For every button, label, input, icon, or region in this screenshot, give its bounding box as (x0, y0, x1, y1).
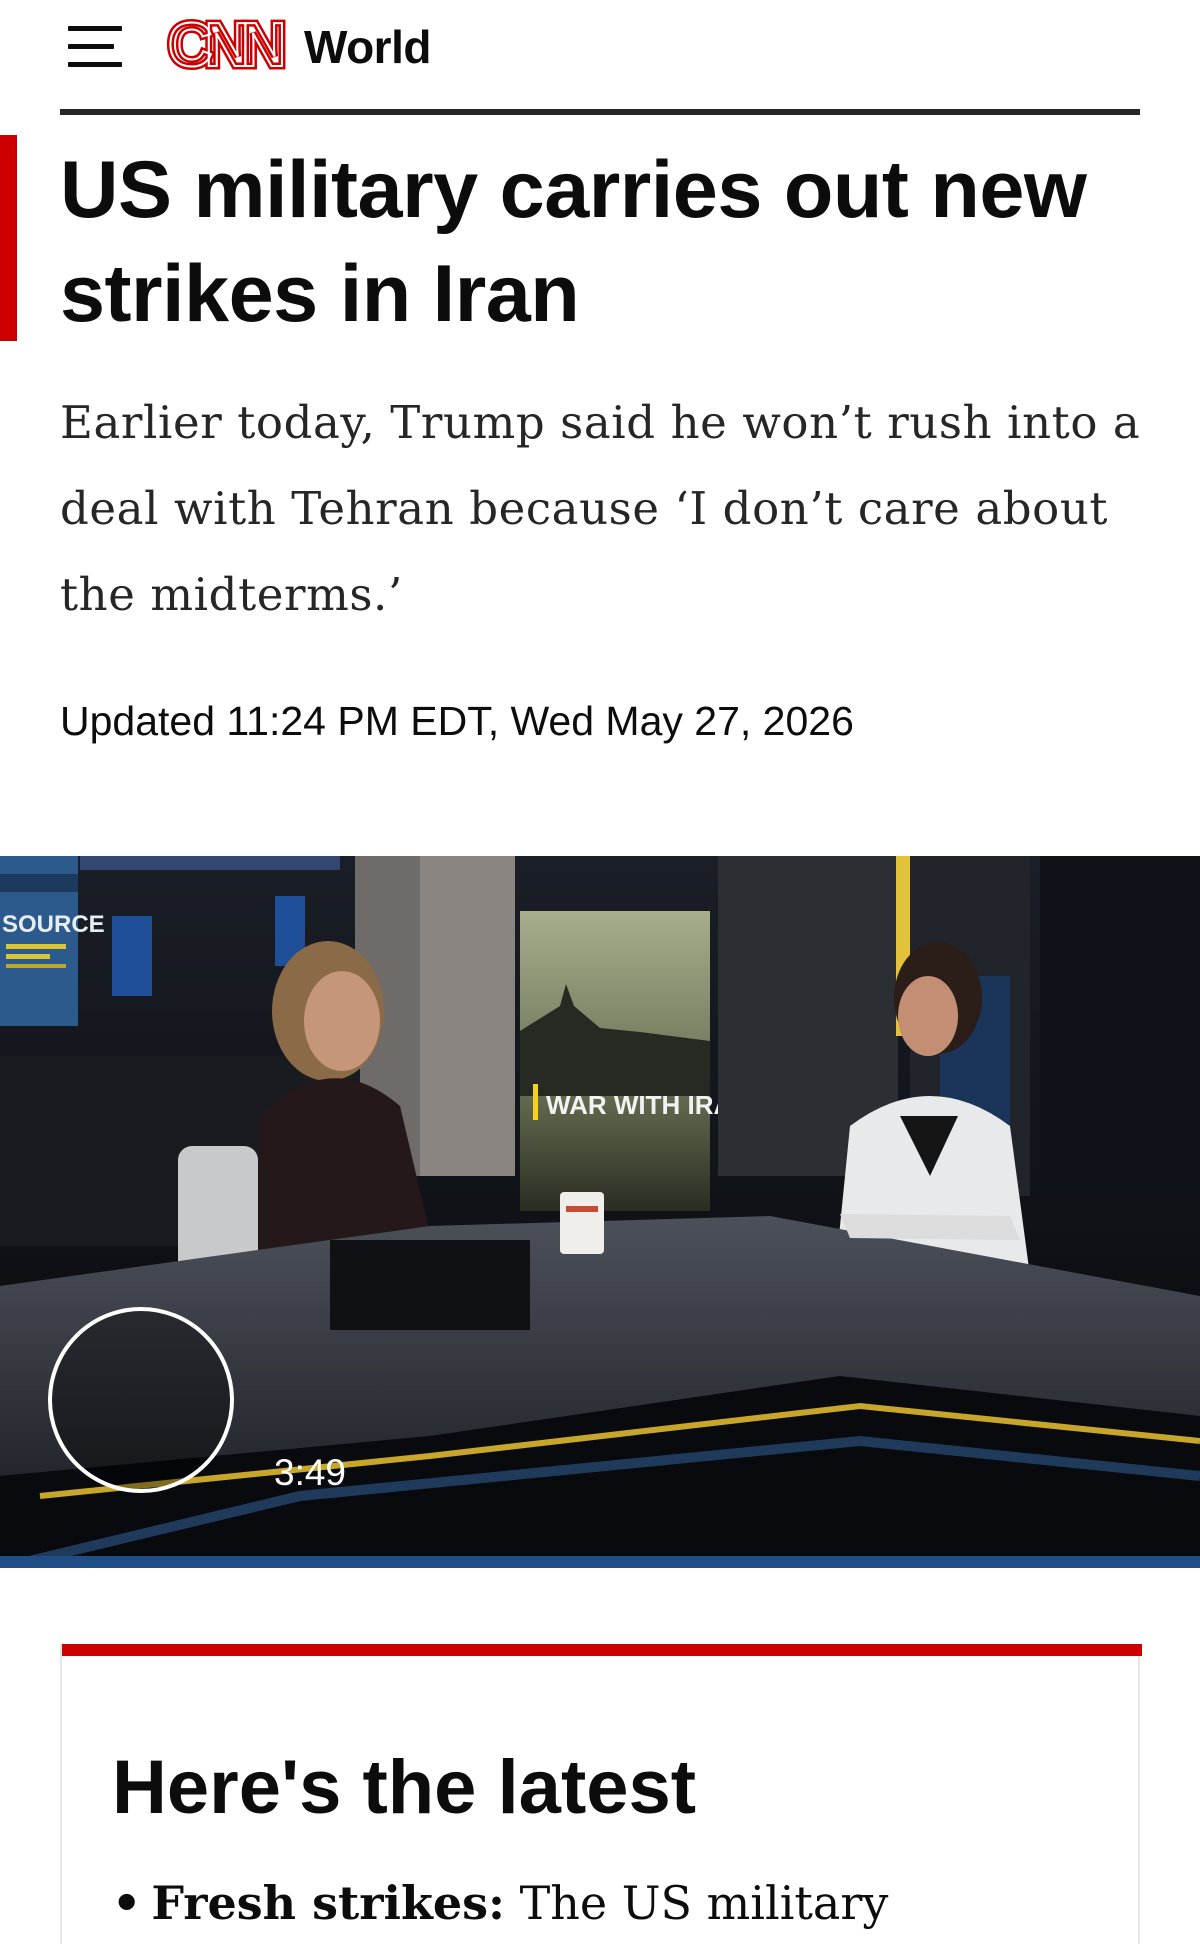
site-header: CNN CNN World (0, 0, 1200, 115)
svg-text:CNN: CNN (168, 12, 283, 80)
latest-title: Here's the latest (112, 1745, 697, 1830)
bullet-lead: Fresh strikes: (151, 1876, 505, 1930)
headline-accent-bar (0, 135, 17, 341)
svg-text:SOURCE: SOURCE (2, 911, 105, 938)
play-button[interactable] (48, 1307, 234, 1493)
section-label[interactable]: World (304, 20, 431, 74)
bullet-dot: • (112, 1876, 142, 1930)
video-duration: 3:49 (274, 1452, 347, 1493)
article-headline: US military carries out new strikes in I… (60, 145, 1087, 339)
hamburger-menu-icon[interactable] (66, 24, 124, 70)
latest-updates-box: Here's the latest • Fresh strikes: The US… (60, 1644, 1142, 1944)
list-item: • Fresh strikes: The US military (112, 1876, 888, 1930)
latest-box-accent (62, 1644, 1142, 1656)
bullet-text: The US military (519, 1876, 889, 1930)
article-dek: Earlier today, Trump said he won’t rush … (60, 396, 1141, 621)
cnn-logo[interactable]: CNN CNN (153, 8, 294, 84)
header-divider (60, 109, 1140, 115)
updated-timestamp: Updated 11:24 PM EDT, Wed May 27, 2026 (60, 698, 854, 744)
